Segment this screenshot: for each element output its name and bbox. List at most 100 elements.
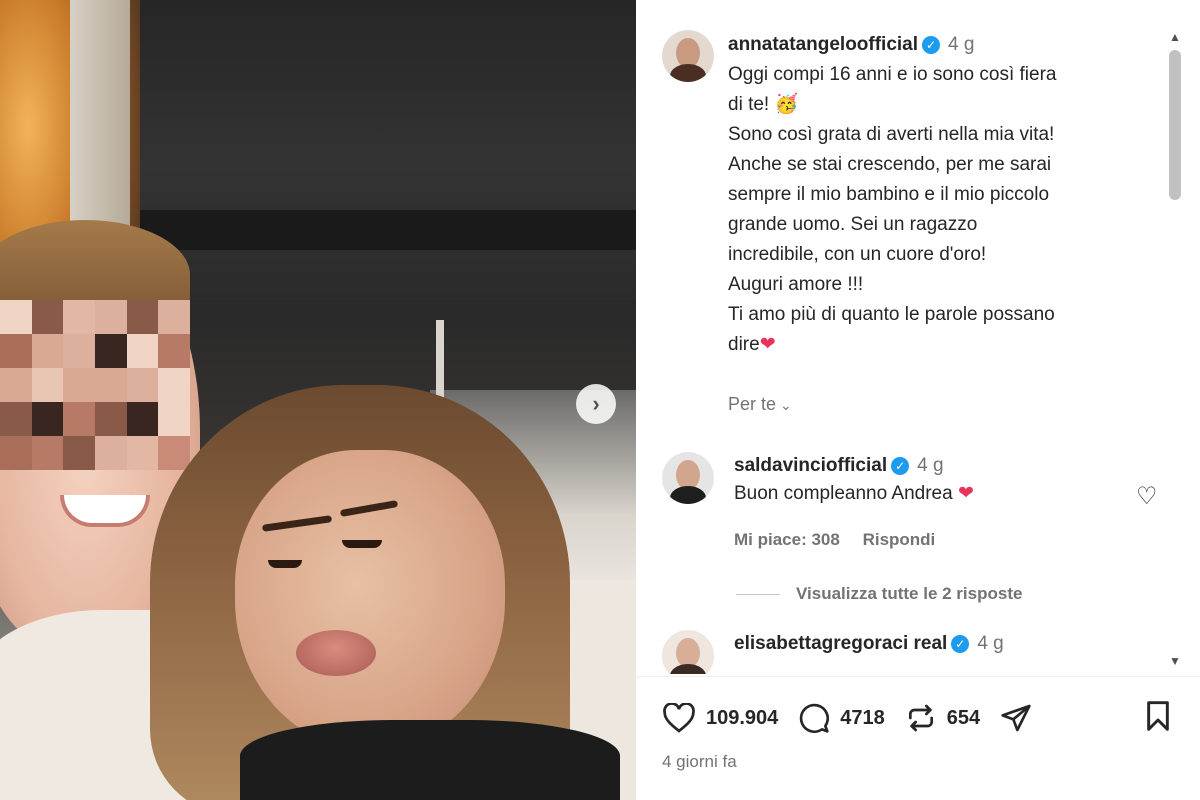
pixel-cell xyxy=(63,300,95,334)
verified-badge-icon: ✓ xyxy=(951,635,970,653)
pixel-cell xyxy=(94,300,127,334)
verified-badge-icon: ✓ xyxy=(922,36,941,54)
author-avatar[interactable] xyxy=(662,30,714,82)
comment-button[interactable]: 4718 xyxy=(798,702,885,734)
pixel-cell xyxy=(158,334,190,368)
translation-toggle[interactable]: Per te ⌄ xyxy=(728,394,792,415)
verified-badge-icon: ✓ xyxy=(891,457,910,475)
pixel-cell xyxy=(63,334,95,368)
scroll-up-icon[interactable]: ▲ xyxy=(1168,30,1182,44)
pixel-cell xyxy=(0,402,32,436)
caption-line: di te! 🥳 xyxy=(728,94,799,115)
pixel-cell xyxy=(31,436,64,470)
commenter-username[interactable]: elisabettagregoraci real xyxy=(734,633,947,655)
comment-reply-button[interactable]: Rispondi xyxy=(863,530,936,549)
caption-line: dire❤ xyxy=(728,334,776,355)
send-icon xyxy=(1001,704,1031,732)
photo-person-woman-face xyxy=(235,450,505,750)
comment-text: Buon compleanno Andrea ❤ xyxy=(734,483,974,504)
caption-line: Sono così grata di averti nella mia vita… xyxy=(728,124,1055,145)
photo-eye-left xyxy=(268,560,302,568)
comment-like-heart-icon[interactable]: ♡ xyxy=(1136,482,1158,511)
save-button[interactable] xyxy=(1144,700,1172,737)
photo-eye-right xyxy=(342,540,382,548)
carousel-next-button[interactable]: › xyxy=(576,384,616,424)
pixel-cell xyxy=(158,300,190,334)
chevron-down-icon: ⌄ xyxy=(780,397,792,413)
heart-emoji-icon: ❤ xyxy=(759,334,776,355)
photo-person-woman-top xyxy=(240,720,620,800)
replies-divider xyxy=(736,593,780,595)
post-panel: annatatangeloofficial ✓ 4 g Oggi compi 1… xyxy=(636,0,1200,800)
pixel-cell xyxy=(31,334,64,368)
heart-icon xyxy=(663,703,695,733)
comments-count: 4718 xyxy=(840,706,885,729)
post-time: 4 g xyxy=(948,34,975,55)
photo-lips xyxy=(296,630,376,676)
pixel-cell xyxy=(31,402,64,436)
view-replies-label: Visualizza tutte le 2 risposte xyxy=(796,584,1023,603)
pixel-cell xyxy=(126,334,159,368)
commenter-avatar[interactable] xyxy=(662,452,714,504)
comment-icon xyxy=(800,703,830,734)
caption-line: Anche se stai crescendo, per me sarai xyxy=(728,154,1052,175)
caption-line: Oggi compi 16 anni e io sono così fiera xyxy=(728,64,1057,85)
pixel-cell xyxy=(0,300,32,334)
share-button[interactable] xyxy=(1000,702,1032,734)
commenter-avatar[interactable] xyxy=(662,630,714,674)
partying-face-icon: 🥳 xyxy=(774,94,799,115)
pixel-cell xyxy=(63,402,95,436)
pixel-cell xyxy=(158,436,190,470)
commenter-username[interactable]: saldavinciofficial xyxy=(734,455,887,477)
reposts-count: 654 xyxy=(946,706,981,729)
comments-scrollbar[interactable]: ▲ ▼ xyxy=(1166,30,1184,676)
caption-line: Ti amo più di quanto le parole possano xyxy=(728,304,1055,325)
pixel-cell xyxy=(94,402,127,436)
caption-line: grande uomo. Sei un ragazzo xyxy=(728,214,978,235)
actions-divider xyxy=(636,676,1200,677)
pixel-cell xyxy=(94,436,127,470)
comment-item: elisabettagregoraci real ✓ 4 g xyxy=(662,630,1162,674)
scroll-down-icon[interactable]: ▼ xyxy=(1168,654,1182,668)
pixel-cell xyxy=(158,402,190,436)
repost-icon xyxy=(908,704,933,732)
post-photo: › xyxy=(0,0,636,800)
pixel-cell xyxy=(126,402,159,436)
scrollbar-thumb[interactable] xyxy=(1169,50,1181,200)
caption-line: sempre il mio bambino e il mio piccolo xyxy=(728,184,1050,205)
pixel-cell xyxy=(0,334,32,368)
pixel-cell xyxy=(126,300,159,334)
post-actions-bar: 109.904 4718 654 xyxy=(662,698,1172,738)
caption-line: Auguri amore !!! xyxy=(728,274,864,295)
photo-ceiling-band xyxy=(130,210,636,250)
pixel-cell xyxy=(31,368,64,402)
pixel-cell xyxy=(126,368,159,402)
pixel-cell xyxy=(63,368,95,402)
pixel-cell xyxy=(158,368,190,402)
post-date: 4 giorni fa xyxy=(662,752,737,771)
like-button[interactable]: 109.904 xyxy=(662,703,778,733)
pixel-cell xyxy=(0,436,32,470)
translation-label: Per te xyxy=(728,394,777,414)
avatar-body xyxy=(670,486,706,504)
likes-count: 109.904 xyxy=(706,706,779,729)
avatar-hair xyxy=(670,664,706,674)
repost-button[interactable]: 654 xyxy=(905,702,980,734)
avatar-hair xyxy=(670,64,706,82)
heart-emoji-icon: ❤ xyxy=(957,483,974,504)
author-username[interactable]: annatatangeloofficial xyxy=(728,34,918,56)
pixel-cell xyxy=(0,368,32,402)
photo-ceiling xyxy=(130,0,636,300)
view-replies-button[interactable]: Visualizza tutte le 2 risposte xyxy=(736,584,1022,604)
bookmark-icon xyxy=(1147,701,1169,731)
photo-pixelated-eyes xyxy=(0,300,190,470)
pixel-cell xyxy=(63,436,95,470)
comment-time: 4 g xyxy=(977,633,1004,654)
pixel-cell xyxy=(94,334,127,368)
comment-likes-count[interactable]: Mi piace: 308 xyxy=(734,530,840,549)
caption-line: incredibile, con un cuore d'oro! xyxy=(728,244,987,265)
pixel-cell xyxy=(94,368,127,402)
pixel-cell xyxy=(126,436,159,470)
comment-time: 4 g xyxy=(917,455,944,476)
pixel-cell xyxy=(31,300,64,334)
